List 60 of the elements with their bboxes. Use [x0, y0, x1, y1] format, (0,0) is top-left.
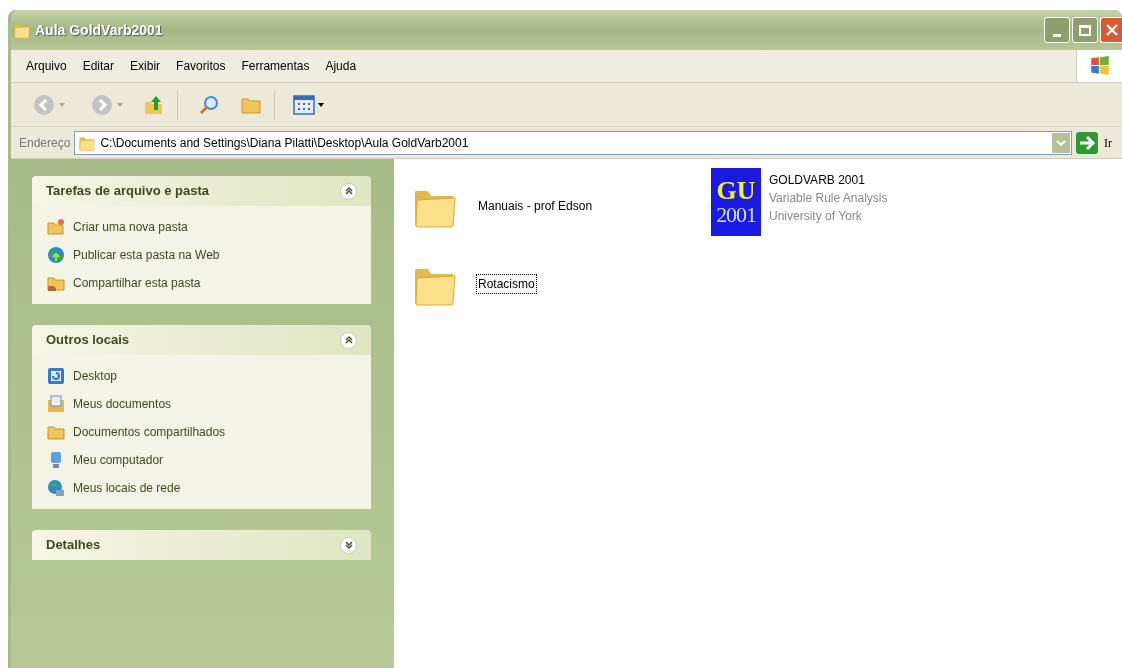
- collapse-button[interactable]: [340, 331, 357, 349]
- task-link[interactable]: Meu computador: [73, 451, 164, 469]
- dropdown-button[interactable]: [1052, 132, 1070, 153]
- task-link[interactable]: Meus documentos: [73, 395, 172, 413]
- search-icon[interactable]: [198, 93, 220, 116]
- maximize-button[interactable]: [1072, 17, 1098, 43]
- views-button[interactable]: [293, 94, 324, 115]
- caret-icon: [59, 102, 65, 107]
- minimize-button[interactable]: [1044, 17, 1070, 43]
- chevron-down-icon: [1056, 139, 1066, 146]
- expand-button[interactable]: [340, 536, 357, 554]
- desktop-icon: [47, 367, 65, 385]
- menu-item[interactable]: Exibir: [123, 55, 168, 77]
- panel-header[interactable]: Outros locais: [32, 325, 371, 355]
- forward-button[interactable]: [91, 93, 123, 116]
- new-folder-icon: [47, 218, 65, 236]
- globe-icon: [47, 246, 65, 264]
- menu-item[interactable]: Ferramentas: [234, 55, 317, 77]
- network-globe-icon: [47, 479, 65, 497]
- file-detail: Variable Rule Analysis: [769, 190, 888, 207]
- file-name[interactable]: GOLDVARB 2001: [769, 171, 888, 189]
- panel-title: Outros locais: [46, 331, 130, 350]
- arrow-right-icon: [1076, 131, 1098, 154]
- address-label: Endereço: [19, 134, 71, 152]
- menu-item[interactable]: Editar: [75, 55, 122, 77]
- close-icon: [1105, 24, 1118, 36]
- app-logo: GU 2001: [711, 168, 761, 236]
- file-name[interactable]: Rotacismo: [477, 275, 536, 293]
- folder-icon: [13, 21, 31, 39]
- panel-header[interactable]: Detalhes: [32, 530, 371, 560]
- shared-folder-icon: [47, 274, 65, 292]
- address-field[interactable]: C:\Documents and Settings\Diana Pilatti\Desktop\Aula GoldVarb2001: [74, 130, 1072, 155]
- file-detail: University of York: [769, 208, 863, 225]
- windows-flag-icon: [1088, 55, 1111, 77]
- menu-item[interactable]: Ajuda: [318, 55, 364, 77]
- task-link[interactable]: Documentos compartilhados: [73, 423, 226, 441]
- menu-item[interactable]: Arquivo: [19, 55, 74, 77]
- chevron-down-icon: [344, 541, 353, 549]
- go-button[interactable]: Ir: [1076, 131, 1122, 154]
- documents-icon: [47, 395, 65, 413]
- task-link[interactable]: Compartilhar esta pasta: [73, 274, 201, 292]
- caret-icon: [318, 102, 324, 107]
- menu-item[interactable]: Favoritos: [169, 55, 233, 77]
- collapse-button[interactable]: [340, 182, 357, 200]
- task-link[interactable]: Publicar esta pasta na Web: [73, 246, 220, 264]
- panel-header[interactable]: Tarefas de arquivo e pasta: [32, 176, 371, 206]
- panel-title: Tarefas de arquivo e pasta: [46, 182, 210, 201]
- back-button[interactable]: [33, 93, 65, 116]
- folder-icon: [47, 423, 65, 441]
- task-link[interactable]: Meus locais de rede: [73, 479, 181, 497]
- chevron-up-icon: [344, 187, 353, 195]
- task-link[interactable]: Desktop: [73, 367, 118, 385]
- grid-view-icon: [293, 94, 315, 115]
- caret-icon: [117, 102, 123, 107]
- panel-title: Detalhes: [46, 536, 101, 555]
- chevron-up-icon: [344, 336, 353, 344]
- file-name[interactable]: Manuais - prof Edson: [477, 197, 594, 215]
- task-link[interactable]: Criar uma nova pasta: [73, 218, 188, 236]
- window-title: Aula GoldVarb2001: [35, 20, 163, 40]
- close-button[interactable]: [1100, 17, 1122, 43]
